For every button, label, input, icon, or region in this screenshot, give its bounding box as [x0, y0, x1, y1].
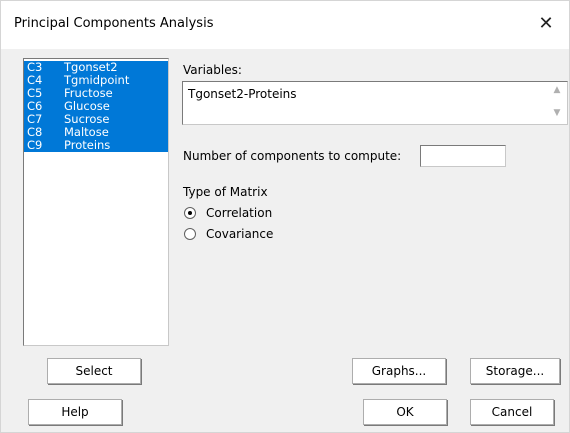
radio-button-checked[interactable] — [184, 207, 196, 219]
cancel-button[interactable]: Cancel — [470, 399, 554, 425]
radio-correlation-label: Correlation — [206, 206, 273, 220]
ok-button[interactable]: OK — [363, 399, 447, 425]
variables-input[interactable]: Tgonset2-Proteins ▲ ▼ — [182, 81, 568, 125]
storage-button[interactable]: Storage... — [470, 358, 560, 384]
dialog-title: Principal Components Analysis — [14, 16, 214, 31]
variable-list[interactable]: C3 Tgonset2 C4 Tgmidpoint C5 Fructose C6… — [23, 58, 169, 346]
radio-button-unchecked[interactable] — [184, 228, 196, 240]
scroll-down-icon[interactable]: ▼ — [551, 108, 563, 118]
pca-dialog: Principal Components Analysis ✕ C3 Tgons… — [0, 0, 570, 433]
help-button[interactable]: Help — [28, 399, 122, 425]
matrix-type-label: Type of Matrix — [183, 185, 268, 199]
variables-label: Variables: — [183, 63, 242, 77]
scroll-up-icon[interactable]: ▲ — [551, 85, 563, 95]
title-bar: Principal Components Analysis ✕ — [1, 1, 569, 49]
close-icon[interactable]: ✕ — [533, 11, 559, 37]
variables-value: Tgonset2-Proteins — [188, 87, 297, 101]
radio-covariance-label: Covariance — [206, 227, 274, 241]
select-button[interactable]: Select — [47, 358, 141, 384]
graphs-button[interactable]: Graphs... — [352, 358, 446, 384]
variable-column-id: C9 — [27, 138, 43, 152]
num-components-label: Number of components to compute: — [183, 149, 402, 163]
num-components-input[interactable] — [420, 145, 506, 167]
variable-name: Proteins — [64, 138, 111, 152]
variable-list-item[interactable]: C9 Proteins — [24, 139, 168, 152]
